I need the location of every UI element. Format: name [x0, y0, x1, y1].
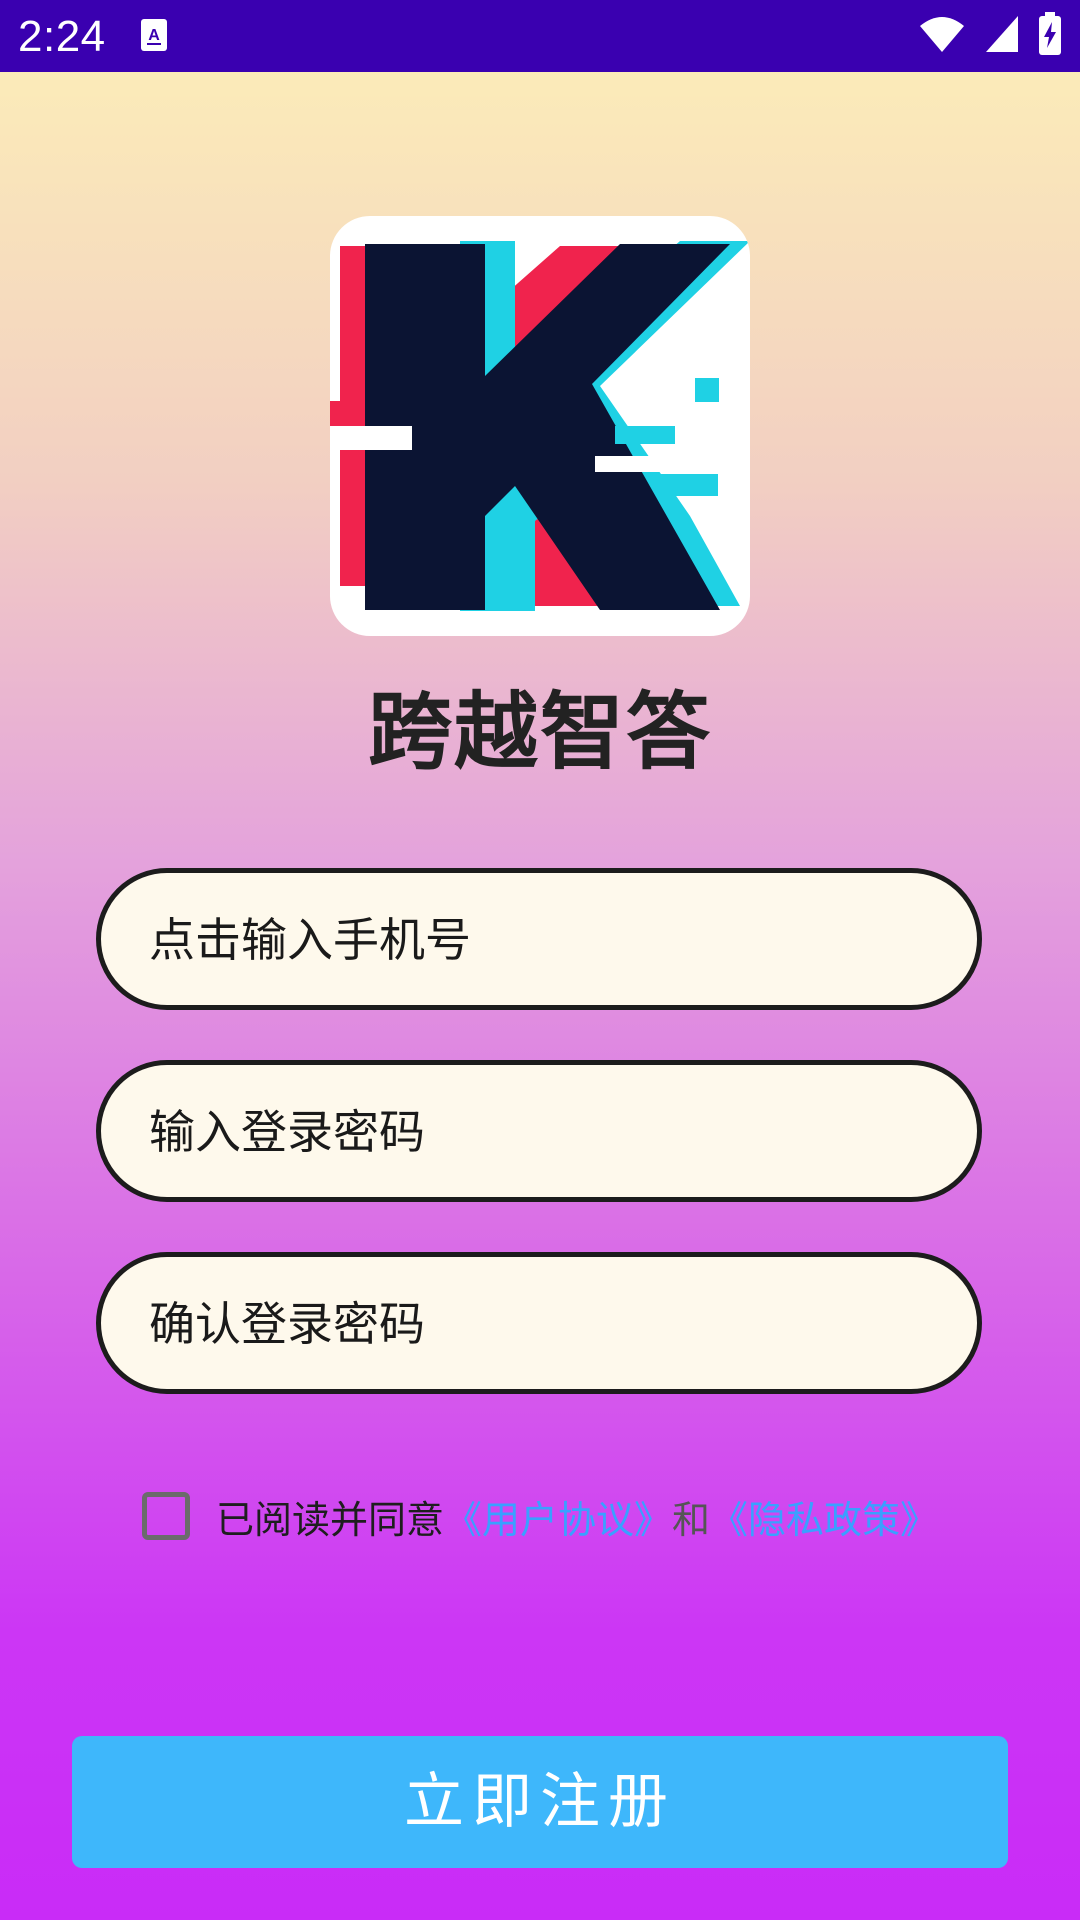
app-notification-icon: A — [140, 18, 168, 52]
svg-text:A: A — [148, 27, 160, 44]
password-field[interactable] — [96, 1060, 982, 1202]
register-button[interactable]: 立即注册 — [72, 1736, 1008, 1868]
agreement-checkbox[interactable] — [142, 1492, 190, 1540]
password-input[interactable] — [147, 1065, 931, 1199]
status-bar: 2:24 A — [0, 0, 1080, 72]
phone-input[interactable] — [147, 873, 931, 1007]
agreement-prefix: 已阅读并同意 — [216, 1497, 445, 1542]
status-icons — [918, 12, 1062, 60]
user-agreement-link[interactable]: 《用户协议》 — [444, 1489, 672, 1544]
confirm-password-input[interactable] — [147, 1257, 931, 1391]
battery-charging-icon — [1038, 12, 1062, 60]
k-logo-icon — [330, 216, 750, 636]
wifi-icon — [918, 14, 966, 58]
confirm-password-field[interactable] — [96, 1252, 982, 1394]
app-title: 跨越智答 — [367, 683, 712, 781]
privacy-policy-link[interactable]: 《隐私政策》 — [710, 1489, 938, 1544]
signal-icon — [984, 14, 1020, 58]
status-time: 2:24 — [18, 12, 106, 61]
agreement-row: 已阅读并同意 《用户协议》 和 《隐私政策》 — [142, 1488, 938, 1544]
agreement-conjunction: 和 — [672, 1497, 711, 1542]
phone-field[interactable] — [96, 868, 982, 1010]
